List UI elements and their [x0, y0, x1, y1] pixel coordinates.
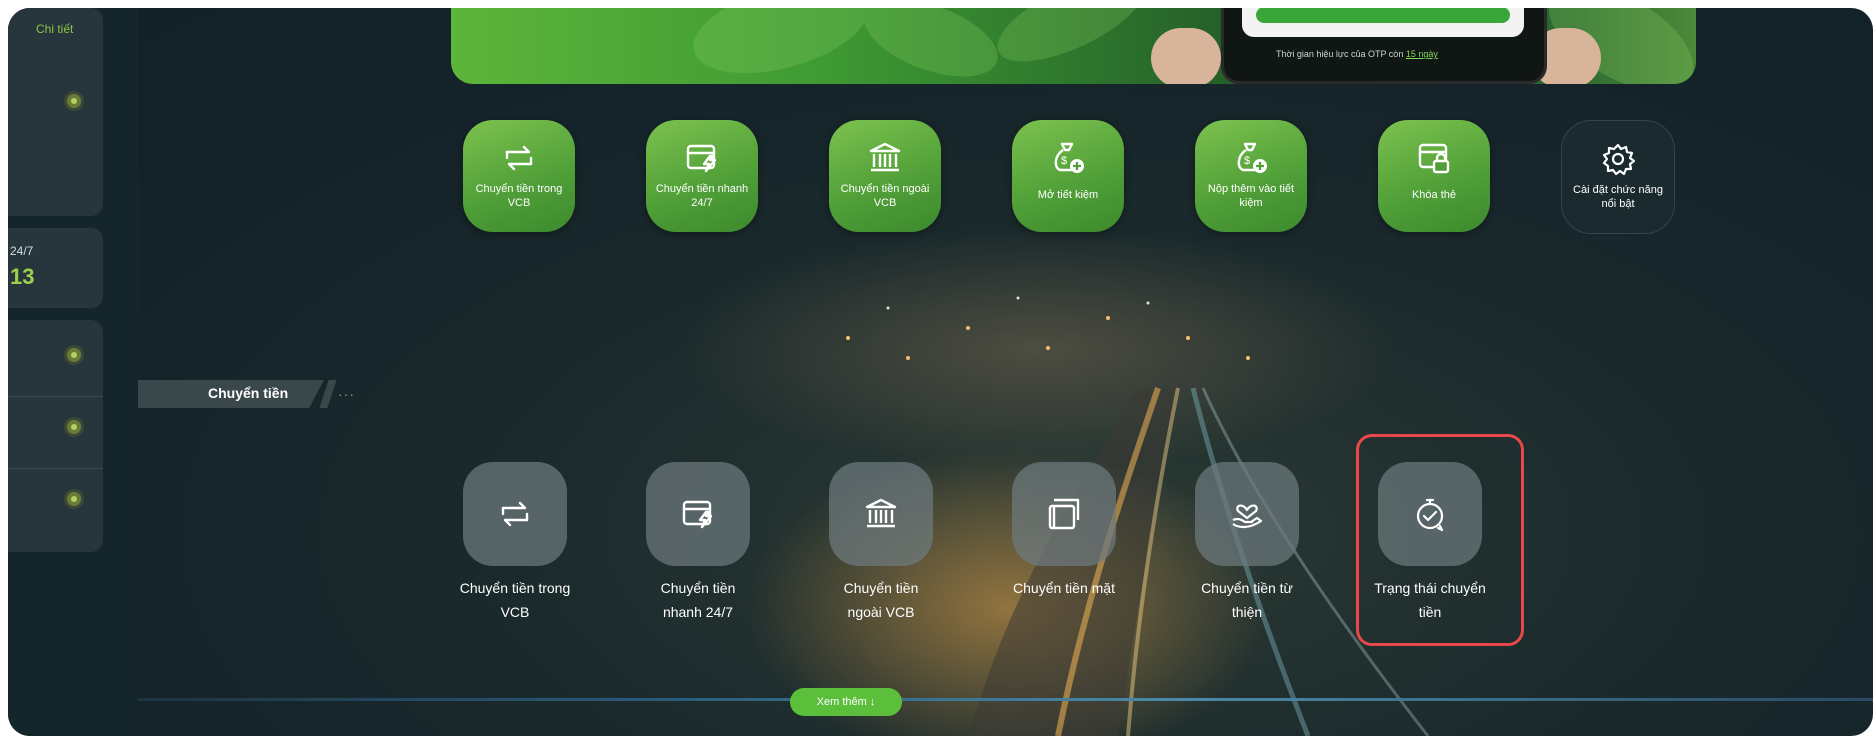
bank-icon: [865, 498, 897, 528]
status-dot-icon[interactable]: [67, 492, 81, 506]
transfer-label: Chuyển tiền từ thiện: [1201, 580, 1293, 620]
transfer-label: Chuyển tiền trong VCB: [459, 580, 571, 620]
footer-line: [138, 698, 1873, 701]
limit-label: 24/7: [10, 244, 34, 258]
fast-card-icon: [686, 144, 717, 173]
featured-label: Cài đặt chức năng nổi bật: [1573, 184, 1663, 210]
featured-settings[interactable]: Cài đặt chức năng nổi bật: [1561, 120, 1675, 234]
menu-panel: [8, 320, 103, 552]
savings-bag-deposit-icon: $: [1237, 142, 1267, 173]
featured-label: Mở tiết kiệm: [1037, 189, 1099, 201]
section-header: Chuyển tiền: [138, 380, 324, 408]
charity-hands-icon: [1232, 504, 1263, 529]
section-more-dots[interactable]: ···: [338, 386, 355, 402]
detail-link[interactable]: Chi tiết: [36, 22, 73, 36]
transfer-label: Chuyển tiền ngoài VCB: [843, 580, 919, 620]
transfer-arrows-icon: [501, 501, 529, 527]
section-title: Chuyển tiền: [208, 385, 289, 401]
transfer-label: Chuyển tiền nhanh 24/7: [660, 580, 736, 620]
bank-icon: [869, 142, 901, 172]
status-dot-icon: [67, 94, 81, 108]
featured-transfer-vcb[interactable]: Chuyển tiền trong VCB: [463, 120, 575, 232]
featured-transfer-outside[interactable]: Chuyển tiền ngoài VCB: [829, 120, 941, 232]
transfer-charity-button[interactable]: [1195, 462, 1299, 566]
transfer-vcb-button[interactable]: [463, 462, 567, 566]
featured-open-savings[interactable]: $ Mở tiết kiệm: [1012, 120, 1124, 232]
featured-label: Nộp thêm vào tiết kiệm: [1207, 183, 1295, 209]
cash-card-icon: [1048, 498, 1080, 530]
divider: [8, 468, 103, 469]
card-lock-icon: [1418, 143, 1450, 174]
status-dot-icon[interactable]: [67, 420, 81, 434]
status-dot-icon[interactable]: [67, 348, 81, 362]
see-more-button[interactable]: Xem thêm ↓: [790, 688, 902, 716]
featured-fast-247[interactable]: Chuyển tiền nhanh 24/7: [646, 120, 758, 232]
app-frame: Chi tiết 24/7 13 Thời gian hiệu lực của …: [8, 8, 1873, 736]
savings-bag-plus-icon: $: [1054, 142, 1084, 173]
limit-value: 13: [10, 264, 35, 289]
phone-mockup: Thời gian hiệu lực của OTP còn 15 ngày: [1221, 8, 1547, 84]
section-header-slash: [319, 380, 337, 408]
limit-panel: 24/7 13: [8, 228, 103, 308]
featured-label: Khóa thẻ: [1411, 189, 1457, 201]
fast-card-icon: [682, 500, 713, 529]
featured-label: Chuyển tiền nhanh 24/7: [655, 183, 749, 209]
transfer-cash-button[interactable]: [1012, 462, 1116, 566]
night-road-background: [678, 228, 1430, 736]
featured-label: Chuyển tiền trong VCB: [475, 183, 563, 209]
transfer-fast-button[interactable]: [646, 462, 750, 566]
account-panel: Chi tiết: [8, 8, 103, 216]
featured-deposit-savings[interactable]: $ Nộp thêm vào tiết kiệm: [1195, 120, 1307, 232]
highlight-box: [1356, 434, 1524, 646]
gear-icon: [1602, 143, 1636, 176]
svg-text:$: $: [1244, 155, 1250, 167]
transfer-arrows-icon: [505, 145, 533, 171]
svg-text:$: $: [1061, 155, 1067, 167]
promo-banner[interactable]: Thời gian hiệu lực của OTP còn 15 ngày: [451, 8, 1696, 84]
transfer-outside-button[interactable]: [829, 462, 933, 566]
otp-validity-text: Thời gian hiệu lực của OTP còn 15 ngày: [1276, 49, 1438, 59]
featured-lock-card[interactable]: Khóa thẻ: [1378, 120, 1490, 232]
featured-label: Chuyển tiền ngoài VCB: [840, 183, 930, 209]
hand-image: [1151, 28, 1221, 84]
left-sidebar: Chi tiết 24/7 13: [8, 8, 138, 736]
divider: [8, 396, 103, 397]
otp-card: [1242, 8, 1524, 37]
transfer-label: Chuyển tiền mặt: [1013, 580, 1115, 596]
